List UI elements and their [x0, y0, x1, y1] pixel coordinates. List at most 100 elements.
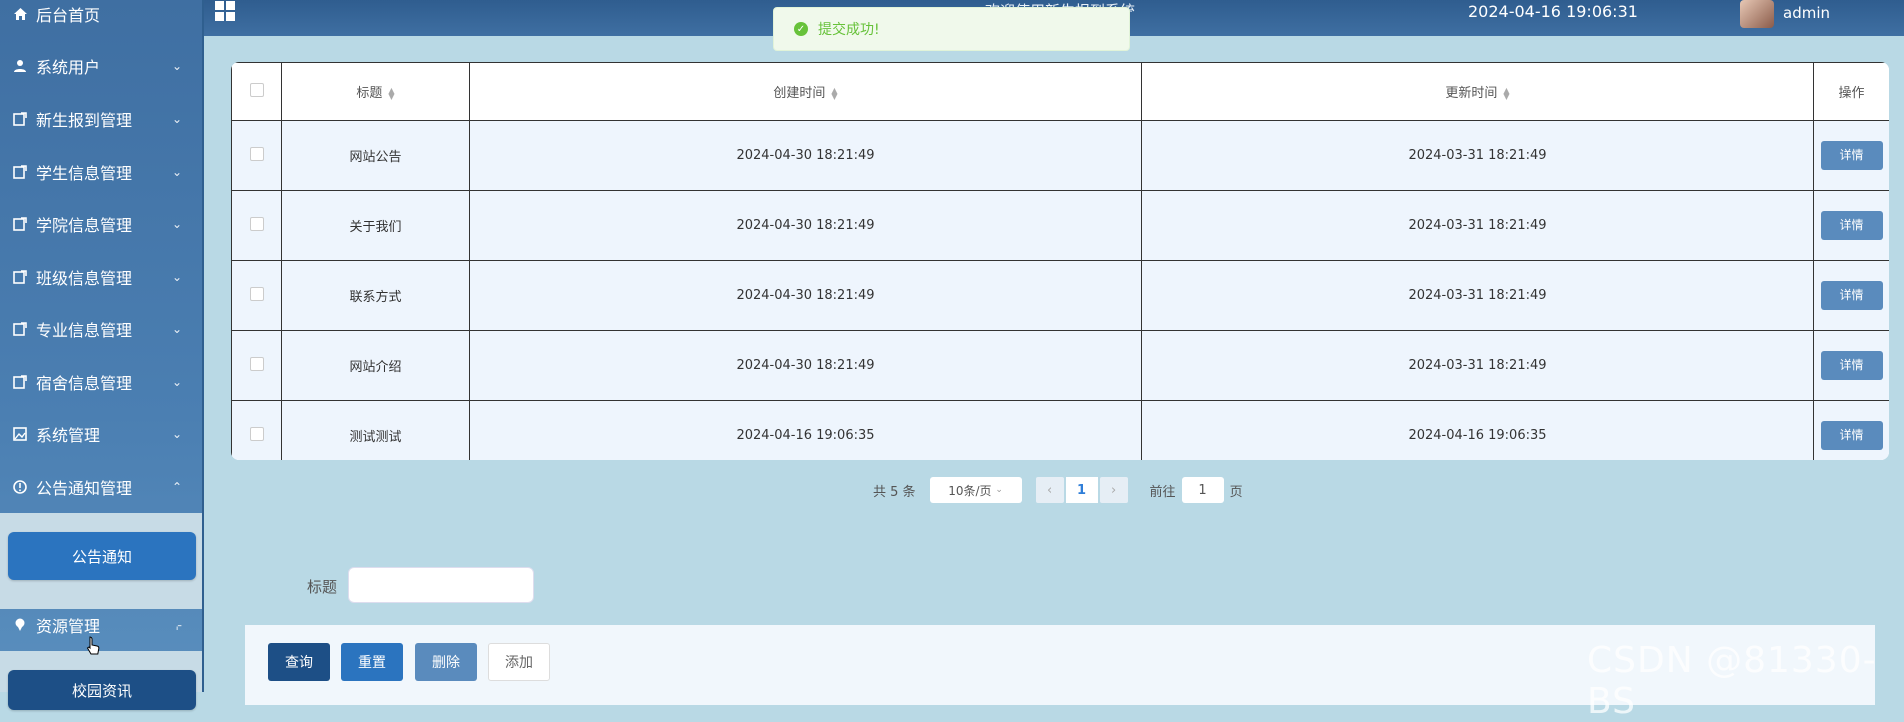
sidebar-item-label: 学院信息管理: [36, 216, 133, 235]
query-button[interactable]: 查询: [268, 643, 330, 681]
image-icon: [12, 426, 28, 442]
edit-icon: [12, 111, 28, 127]
sidebar-item-class[interactable]: 班级信息管理 ⌄: [0, 251, 202, 303]
sidebar-item-major[interactable]: 专业信息管理 ⌄: [0, 303, 202, 355]
sidebar-item-student[interactable]: 学生信息管理 ⌄: [0, 146, 202, 198]
search-title-label: 标题: [307, 578, 338, 596]
column-header-label: 操作: [1838, 86, 1865, 101]
row-checkbox[interactable]: [249, 356, 264, 371]
edit-icon: [12, 321, 28, 337]
row-checkbox[interactable]: [249, 146, 264, 161]
success-toast: ✓ 提交成功!: [773, 7, 1130, 51]
cell-updated: 2024-03-31 18:21:49: [1141, 330, 1814, 401]
sidebar-item-home[interactable]: 后台首页: [0, 0, 202, 38]
cell-updated: 2024-04-16 19:06:35: [1141, 400, 1814, 460]
sidebar-item-label: 资源管理: [36, 617, 101, 636]
sidebar-item-notice[interactable]: 公告通知管理 ⌃: [0, 461, 202, 513]
sidebar-item-label: 公告通知管理: [36, 479, 133, 498]
reset-button[interactable]: 重置: [341, 643, 403, 681]
username[interactable]: admin: [1783, 4, 1830, 22]
cell-created: 2024-04-30 18:21:49: [469, 330, 1142, 401]
edit-icon: [12, 216, 28, 232]
detail-button[interactable]: 详情: [1820, 351, 1883, 380]
edit-icon: [12, 164, 28, 180]
submenu-item-label: 校园资讯: [71, 681, 132, 700]
sidebar-item-college[interactable]: 学院信息管理 ⌄: [0, 198, 202, 250]
submenu-item-campus-news[interactable]: 校园资讯: [8, 670, 196, 710]
detail-button[interactable]: 详情: [1820, 281, 1883, 310]
user-icon: [12, 58, 28, 74]
submenu-item-label: 公告通知: [71, 547, 132, 566]
cell-updated: 2024-03-31 18:21:49: [1141, 260, 1814, 331]
header-datetime: 2024-04-16 19:06:31: [1468, 2, 1638, 21]
add-button[interactable]: 添加: [488, 643, 550, 681]
sidebar-item-resource[interactable]: 资源管理 ⌌: [0, 599, 202, 651]
cell-created: 2024-04-16 19:06:35: [469, 400, 1142, 460]
chevron-down-icon: ⌄: [171, 375, 182, 389]
data-table: 标题 ▲ ▼ 创建时间 ▲ ▼ 更新时间 ▲ ▼ 操作 网站公告 2024-04-30 18…: [231, 62, 1889, 460]
chevron-down-icon: ⌄: [171, 427, 182, 441]
detail-button[interactable]: 详情: [1820, 141, 1883, 170]
sidebar-item-label: 专业信息管理: [36, 321, 133, 340]
cell-action: 详情: [1813, 400, 1889, 460]
sidebar-item-label: 新生报到管理: [36, 111, 133, 130]
row-select-cell: [231, 400, 282, 460]
table-row: 网站介绍 2024-04-30 18:21:49 2024-03-31 18:2…: [231, 330, 1889, 401]
select-all-checkbox[interactable]: [249, 82, 264, 97]
sidebar-item-label: 宿舍信息管理: [36, 374, 133, 393]
row-checkbox[interactable]: [249, 426, 264, 441]
sidebar: 后台首页 系统用户 ⌄ 新生报到管理 ⌄ 学生信息管理 ⌄ 学院信息管理 ⌄ 班…: [0, 0, 204, 710]
avatar[interactable]: [1740, 0, 1774, 28]
column-header-label: 创建时间: [773, 86, 826, 101]
prev-page-button[interactable]: ‹: [1035, 477, 1064, 503]
sort-icon[interactable]: ▲ ▼: [831, 86, 837, 100]
cell-title: 关于我们: [281, 190, 470, 261]
row-select-cell: [231, 260, 282, 331]
cell-action: 详情: [1813, 260, 1889, 331]
cell-created: 2024-04-30 18:21:49: [469, 260, 1142, 331]
sidebar-item-system-users[interactable]: 系统用户 ⌄: [0, 40, 202, 92]
submenu-item-notice[interactable]: 公告通知: [8, 532, 196, 580]
sidebar-item-label: 学生信息管理: [36, 164, 133, 183]
sidebar-item-enrollment[interactable]: 新生报到管理 ⌄: [0, 93, 202, 145]
sort-icon[interactable]: ▲ ▼: [388, 86, 394, 100]
table-row: 网站公告 2024-04-30 18:21:49 2024-03-31 18:2…: [231, 120, 1889, 191]
cell-title: 网站公告: [281, 120, 470, 191]
sidebar-item-label: 系统管理: [36, 426, 101, 445]
sort-icon[interactable]: ▲ ▼: [1503, 86, 1509, 100]
sidebar-item-system[interactable]: 系统管理 ⌄: [0, 408, 202, 460]
row-select-cell: [231, 190, 282, 261]
delete-button[interactable]: 删除: [415, 643, 477, 681]
edit-icon: [12, 374, 28, 390]
detail-button[interactable]: 详情: [1820, 211, 1883, 240]
goto-page-input[interactable]: 1: [1181, 477, 1224, 503]
row-checkbox[interactable]: [249, 216, 264, 231]
mouse-cursor-icon: [86, 636, 100, 656]
edit-icon: [12, 269, 28, 285]
row-checkbox[interactable]: [249, 286, 264, 301]
cell-updated: 2024-03-31 18:21:49: [1141, 120, 1814, 191]
row-select-cell: [231, 330, 282, 401]
page-number-current[interactable]: 1: [1065, 477, 1098, 503]
chevron-down-icon: ⌄: [171, 270, 182, 284]
chevron-down-icon: ⌄: [171, 59, 182, 73]
search-title-input[interactable]: [348, 567, 534, 603]
goto-label: 前往: [1149, 484, 1176, 500]
cell-title: 网站介绍: [281, 330, 470, 401]
column-header-title[interactable]: 标题 ▲ ▼: [281, 62, 470, 121]
table-header-row: 标题 ▲ ▼ 创建时间 ▲ ▼ 更新时间 ▲ ▼ 操作: [231, 62, 1889, 121]
chevron-down-icon: ⌄: [171, 322, 182, 336]
cell-title: 测试测试: [281, 400, 470, 460]
check-icon: ✓: [794, 22, 808, 36]
detail-button[interactable]: 详情: [1820, 421, 1883, 450]
column-header-updated[interactable]: 更新时间 ▲ ▼: [1141, 62, 1814, 121]
menu-grid-icon[interactable]: [214, 0, 236, 22]
next-page-button[interactable]: ›: [1099, 477, 1128, 503]
chevron-down-icon: ⌄: [171, 112, 182, 126]
sidebar-item-dorm[interactable]: 宿舍信息管理 ⌄: [0, 356, 202, 408]
page-size-select[interactable]: 10条/页 ⌄: [929, 477, 1022, 503]
cell-action: 详情: [1813, 120, 1889, 191]
cell-updated: 2024-03-31 18:21:49: [1141, 190, 1814, 261]
column-header-created[interactable]: 创建时间 ▲ ▼: [469, 62, 1142, 121]
table-row: 测试测试 2024-04-16 19:06:35 2024-04-16 19:0…: [231, 400, 1889, 460]
